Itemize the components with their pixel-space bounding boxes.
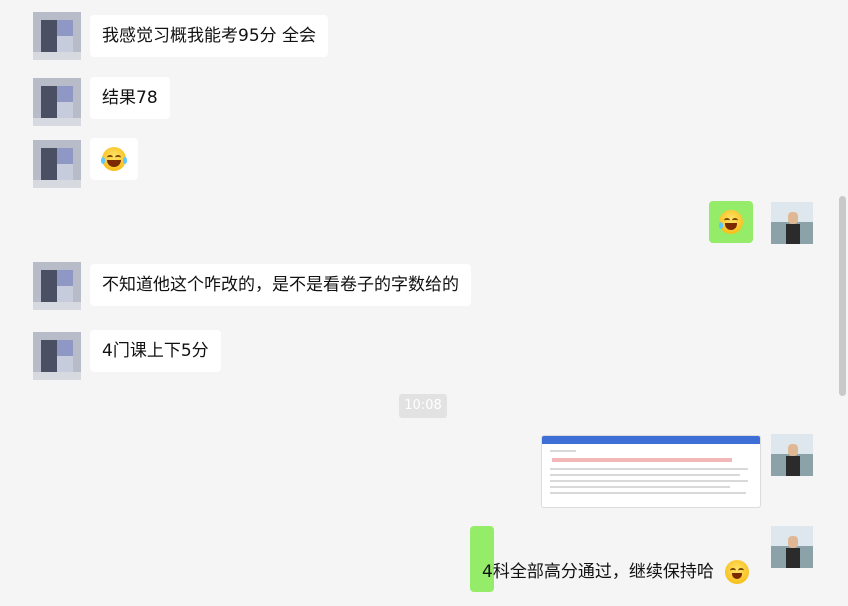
scrollbar[interactable] xyxy=(839,196,846,396)
contact-avatar[interactable] xyxy=(33,78,81,126)
message-bubble[interactable]: 结果78 xyxy=(90,77,170,119)
message-text: 4科全部高分通过，继续保持哈 xyxy=(482,562,714,582)
message-bubble-self[interactable]: 4科全部高分通过，继续保持哈 xyxy=(470,526,749,592)
cheeky-emoji-icon xyxy=(725,560,749,584)
contact-avatar[interactable] xyxy=(33,332,81,380)
timestamp: 10:08 xyxy=(399,394,447,418)
message-bubble-self[interactable] xyxy=(709,201,753,243)
message-bubble[interactable] xyxy=(90,138,138,180)
laughing-tears-emoji-icon xyxy=(101,147,127,171)
crying-laughing-emoji-icon xyxy=(719,210,743,234)
contact-avatar[interactable] xyxy=(33,262,81,310)
contact-avatar[interactable] xyxy=(33,140,81,188)
chat-panel: 我感觉习概我能考95分 全会 结果78 不知道他这个咋改的，是不是看卷子的字数给… xyxy=(0,0,848,606)
self-avatar[interactable] xyxy=(771,434,813,476)
message-bubble[interactable]: 4门课上下5分 xyxy=(90,330,221,372)
self-avatar[interactable] xyxy=(771,202,813,244)
message-bubble[interactable]: 不知道他这个咋改的，是不是看卷子的字数给的 xyxy=(90,264,471,306)
self-avatar[interactable] xyxy=(771,526,813,568)
image-message-thumbnail[interactable] xyxy=(541,435,761,508)
contact-avatar[interactable] xyxy=(33,12,81,60)
message-bubble[interactable]: 我感觉习概我能考95分 全会 xyxy=(90,15,329,57)
